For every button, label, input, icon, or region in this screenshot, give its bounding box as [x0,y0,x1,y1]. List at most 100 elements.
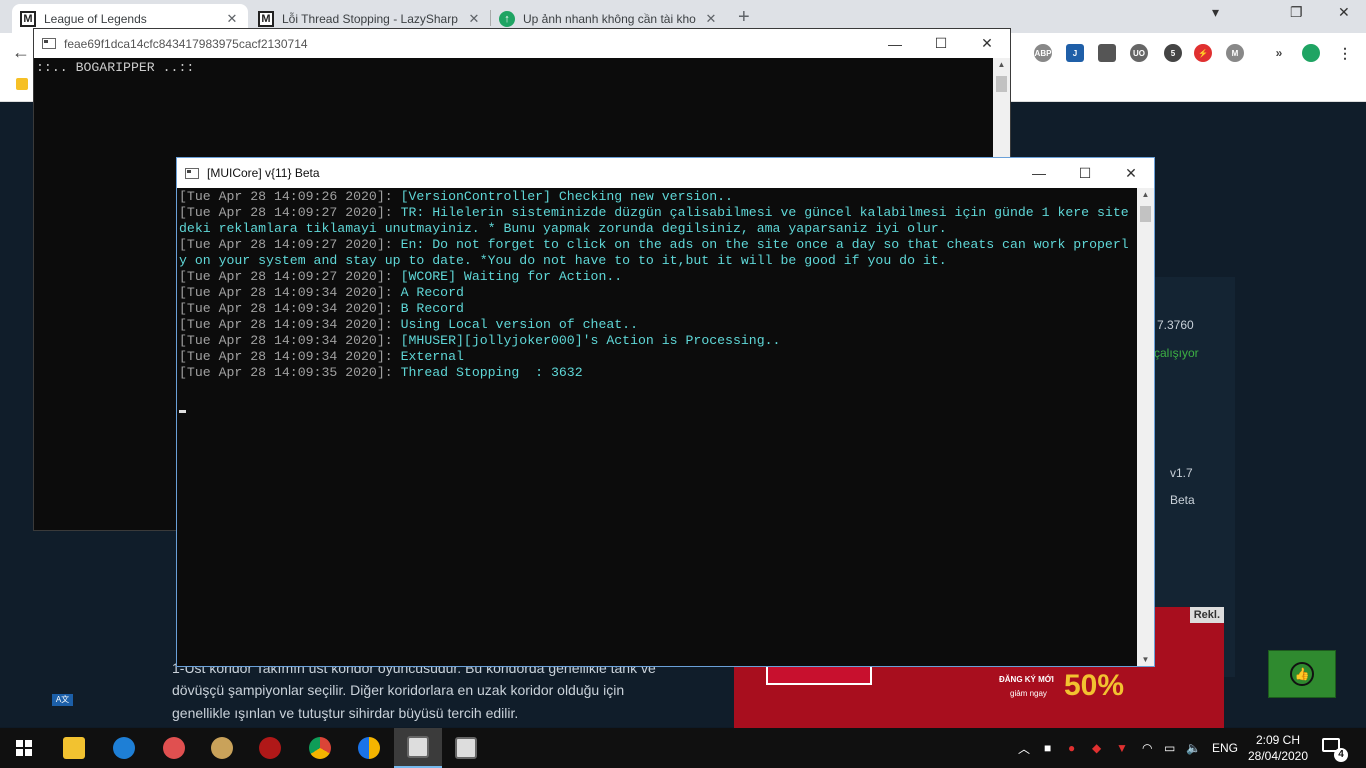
log-message: External [400,349,464,364]
log-timestamp: [Tue Apr 28 14:09:27 2020]: [179,269,401,284]
wifi-icon[interactable]: ◠ [1142,728,1152,768]
vpn-shield-icon[interactable] [1302,44,1320,62]
ad-signup-text: ĐĂNG KÝ MỚI [999,675,1054,684]
adblock-icon[interactable]: ABP [1034,44,1052,62]
scroll-up-icon[interactable]: ▲ [993,60,1010,69]
ad-percent: 50% [1064,669,1125,702]
garena-icon[interactable] [246,728,294,768]
close-icon[interactable]: ✕ [1338,4,1350,21]
edge-icon[interactable] [100,728,148,768]
tab-title: Lỗi Thread Stopping - LazySharp [282,11,458,26]
new-tab-icon[interactable]: + [738,6,750,29]
folder-icon[interactable] [16,78,28,90]
restore-icon[interactable]: ❐ [1290,4,1303,21]
log-message: Using Local version of cheat.. [400,317,639,332]
file-explorer-icon[interactable] [50,728,98,768]
close-icon[interactable]: ✕ [466,11,482,27]
volume-icon[interactable]: 🔈 [1186,728,1201,768]
scroll-up-icon[interactable]: ▲ [1137,190,1154,199]
notification-center-icon[interactable]: 4 [1322,738,1348,762]
language-indicator[interactable]: ENG [1212,728,1238,768]
scrollbar-thumb[interactable] [996,76,1007,92]
window-title: feae69f1dca14cfc843417983975cacf2130714 [64,36,308,51]
tray-app-icon[interactable]: ■ [1044,728,1051,768]
close-icon[interactable]: ✕ [224,11,240,27]
console-taskbar-icon-2[interactable] [442,728,490,768]
log-timestamp: [Tue Apr 28 14:09:34 2020]: [179,317,401,332]
m-extension-icon[interactable]: M [1226,44,1244,62]
tab-title: League of Legends [44,11,147,26]
clock-time: 2:09 CH [1255,733,1301,747]
log-timestamp: [Tue Apr 28 14:09:34 2020]: [179,349,401,364]
chrome-canary-icon[interactable] [345,728,393,768]
clock-date: 28/04/2020 [1247,749,1309,763]
vertical-scrollbar[interactable]: ▲ ▼ [1137,188,1154,666]
log-message: [MHUSER][jollyjoker000]'s Action is Proc… [400,333,781,348]
webpage-line: dövüşçü şampiyonlar seçilir. Diğer korid… [172,682,625,698]
back-arrow-icon[interactable]: ← [12,42,30,63]
lightning-icon[interactable]: ⚡ [1194,44,1212,62]
chevron-down-icon[interactable]: » [1270,44,1288,62]
minimize-icon[interactable]: — [872,36,918,52]
chrome-icon[interactable] [296,728,344,768]
thumbs-up-icon: 👍 [1290,662,1314,686]
taskbar: ︿ ■ ● ◆ ▼ ◠ ▭ 🔈 ENG 2:09 CH 28/04/2020 4 [0,728,1366,768]
scroll-down-icon[interactable]: ▼ [1137,655,1154,664]
tray-v-icon[interactable]: ▼ [1116,728,1128,768]
tab-title: Up ảnh nhanh không cần tài kho [523,11,696,26]
text-cursor [179,410,186,413]
maximize-icon[interactable]: ☐ [918,35,964,52]
log-timestamp: [Tue Apr 28 14:09:35 2020]: [179,365,401,380]
close-icon[interactable]: ✕ [1108,165,1154,182]
menu-icon[interactable]: ⋮ [1336,44,1354,62]
log-timestamp: [Tue Apr 28 14:09:34 2020]: [179,333,401,348]
log-timestamp: [Tue Apr 28 14:09:27 2020]: [179,237,401,252]
palette-icon[interactable] [198,728,246,768]
j-extension-icon[interactable]: J [1066,44,1084,62]
scrollbar-thumb[interactable] [1140,206,1151,222]
log-timestamp: [Tue Apr 28 14:09:26 2020]: [179,189,401,204]
ad-sub-text: giảm ngay [1010,689,1047,698]
battery-icon[interactable]: ▭ [1164,728,1175,768]
window-title: [MUICore] v{11} Beta [207,166,320,180]
shield-icon[interactable] [1098,44,1116,62]
log-message: [WCORE] Waiting for Action.. [400,269,623,284]
console-app-icon [42,38,56,49]
tray-m-icon[interactable]: ◆ [1092,728,1101,768]
paint-icon[interactable] [150,728,198,768]
console-taskbar-icon[interactable] [394,728,442,768]
ad-label[interactable]: Rekl. [1189,607,1224,623]
maximize-icon[interactable]: ☐ [1062,165,1108,182]
minimize-icon[interactable]: — [1016,165,1062,181]
status-text: çalışıyor [1154,346,1199,360]
windows-logo-icon [16,740,32,756]
close-icon[interactable]: ✕ [964,35,1010,52]
tray-garena-icon[interactable]: ● [1068,728,1075,768]
window-titlebar[interactable]: [MUICore] v{11} Beta — ☐ ✕ [177,158,1154,188]
log-timestamp: [Tue Apr 28 14:09:27 2020]: [179,205,401,220]
version-number: 7.3760 [1157,318,1194,332]
start-button[interactable] [0,728,48,768]
webpage-line: genellikle ışınlan ve tutuştur sihirdar … [172,705,519,721]
console-app-icon [185,167,199,179]
clock[interactable]: 2:09 CH 28/04/2020 [1244,732,1312,764]
like-button[interactable]: 👍 [1268,650,1336,698]
console-window-muicore[interactable]: [MUICore] v{11} Beta — ☐ ✕ [Tue Apr 28 1… [176,157,1155,667]
log-message: Thread Stopping : 3632 [400,365,583,380]
translate-icon[interactable]: A文 [52,694,73,706]
log-timestamp: [Tue Apr 28 14:09:34 2020]: [179,285,401,300]
log-message: A Record [400,285,464,300]
ghost-extension-icon[interactable]: 5 [1164,44,1182,62]
close-icon[interactable]: ✕ [703,11,719,27]
show-hidden-icons[interactable]: ︿ [1018,728,1030,768]
log-message: [VersionController] Checking new version… [400,189,733,204]
ublock-icon[interactable]: UO [1130,44,1148,62]
tab-search-icon[interactable]: ▾ [1212,4,1219,21]
console-output: [Tue Apr 28 14:09:26 2020]: [VersionCont… [177,188,1137,666]
upload-icon: ↑ [499,10,515,27]
log-timestamp: [Tue Apr 28 14:09:34 2020]: [179,301,401,316]
m-icon: M [20,10,36,27]
window-titlebar[interactable]: feae69f1dca14cfc843417983975cacf2130714 … [34,29,1010,58]
version-label: v1.7 [1170,466,1193,480]
m-icon: M [258,10,274,27]
